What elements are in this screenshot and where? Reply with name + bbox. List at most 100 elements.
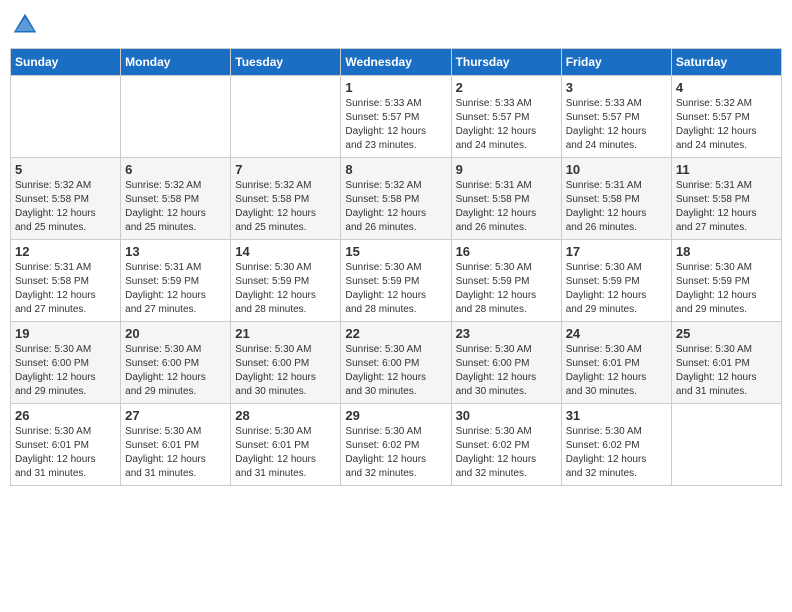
day-number: 20 bbox=[125, 326, 226, 341]
day-info: Sunrise: 5:33 AM Sunset: 5:57 PM Dayligh… bbox=[456, 97, 557, 153]
day-number: 18 bbox=[676, 244, 777, 259]
calendar-cell bbox=[671, 404, 781, 486]
calendar-cell: 24Sunrise: 5:30 AM Sunset: 6:01 PM Dayli… bbox=[561, 322, 671, 404]
calendar-cell: 18 Sunrise: 5:30 AM Sunset: 5:59 PM Dayli… bbox=[671, 240, 781, 322]
day-info: Sunrise: 5:30 AM Sunset: 6:02 PM Dayligh… bbox=[345, 425, 446, 481]
day-info: Sunrise: 5:32 AM Sunset: 5:58 PM Dayligh… bbox=[125, 179, 226, 235]
day-number: 8 bbox=[345, 162, 446, 177]
calendar-cell: 28Sunrise: 5:30 AM Sunset: 6:01 PM Dayli… bbox=[231, 404, 341, 486]
day-number: 11 bbox=[676, 162, 777, 177]
day-number: 25 bbox=[676, 326, 777, 341]
calendar-day-header: Thursday bbox=[451, 49, 561, 76]
calendar-cell: 23Sunrise: 5:30 AM Sunset: 6:00 PM Dayli… bbox=[451, 322, 561, 404]
day-number: 7 bbox=[235, 162, 336, 177]
calendar-week-row: 1 Sunrise: 5:33 AM Sunset: 5:57 PM Daylig… bbox=[11, 76, 782, 158]
calendar-cell: 12 Sunrise: 5:31 AM Sunset: 5:58 PM Dayli… bbox=[11, 240, 121, 322]
day-number: 14 bbox=[235, 244, 336, 259]
day-info: Sunrise: 5:30 AM Sunset: 6:02 PM Dayligh… bbox=[456, 425, 557, 481]
calendar-cell bbox=[11, 76, 121, 158]
calendar-cell: 3Sunrise: 5:33 AM Sunset: 5:57 PM Daylig… bbox=[561, 76, 671, 158]
day-info: Sunrise: 5:31 AM Sunset: 5:59 PM Dayligh… bbox=[125, 261, 226, 317]
calendar-day-header: Tuesday bbox=[231, 49, 341, 76]
day-info: Sunrise: 5:30 AM Sunset: 5:59 PM Dayligh… bbox=[566, 261, 667, 317]
day-info: Sunrise: 5:32 AM Sunset: 5:58 PM Dayligh… bbox=[345, 179, 446, 235]
calendar-cell: 29 Sunrise: 5:30 AM Sunset: 6:02 PM Dayli… bbox=[341, 404, 451, 486]
day-number: 22 bbox=[345, 326, 446, 341]
calendar-cell: 2Sunrise: 5:33 AM Sunset: 5:57 PM Daylig… bbox=[451, 76, 561, 158]
day-info: Sunrise: 5:30 AM Sunset: 6:02 PM Dayligh… bbox=[566, 425, 667, 481]
day-info: Sunrise: 5:30 AM Sunset: 6:01 PM Dayligh… bbox=[566, 343, 667, 399]
calendar-cell: 16 Sunrise: 5:30 AM Sunset: 5:59 PM Dayli… bbox=[451, 240, 561, 322]
day-number: 1 bbox=[345, 80, 446, 95]
day-number: 5 bbox=[15, 162, 116, 177]
day-number: 13 bbox=[125, 244, 226, 259]
day-number: 3 bbox=[566, 80, 667, 95]
day-info: Sunrise: 5:33 AM Sunset: 5:57 PM Dayligh… bbox=[345, 97, 446, 153]
calendar-header-row: SundayMondayTuesdayWednesdayThursdayFrid… bbox=[11, 49, 782, 76]
day-info: Sunrise: 5:31 AM Sunset: 5:58 PM Dayligh… bbox=[566, 179, 667, 235]
day-number: 31 bbox=[566, 408, 667, 423]
day-number: 29 bbox=[345, 408, 446, 423]
calendar-cell: 10 Sunrise: 5:31 AM Sunset: 5:58 PM Dayli… bbox=[561, 158, 671, 240]
day-info: Sunrise: 5:30 AM Sunset: 5:59 PM Dayligh… bbox=[676, 261, 777, 317]
calendar-cell: 19Sunrise: 5:30 AM Sunset: 6:00 PM Dayli… bbox=[11, 322, 121, 404]
day-number: 9 bbox=[456, 162, 557, 177]
day-number: 16 bbox=[456, 244, 557, 259]
calendar-day-header: Friday bbox=[561, 49, 671, 76]
calendar-cell: 22 Sunrise: 5:30 AM Sunset: 6:00 PM Dayli… bbox=[341, 322, 451, 404]
calendar-cell: 7 Sunrise: 5:32 AM Sunset: 5:58 PM Daylig… bbox=[231, 158, 341, 240]
day-number: 10 bbox=[566, 162, 667, 177]
calendar-cell: 15 Sunrise: 5:30 AM Sunset: 5:59 PM Dayli… bbox=[341, 240, 451, 322]
calendar-week-row: 12 Sunrise: 5:31 AM Sunset: 5:58 PM Dayli… bbox=[11, 240, 782, 322]
day-number: 27 bbox=[125, 408, 226, 423]
day-info: Sunrise: 5:30 AM Sunset: 6:00 PM Dayligh… bbox=[235, 343, 336, 399]
day-number: 17 bbox=[566, 244, 667, 259]
calendar-cell: 25 Sunrise: 5:30 AM Sunset: 6:01 PM Dayli… bbox=[671, 322, 781, 404]
calendar-cell: 14 Sunrise: 5:30 AM Sunset: 5:59 PM Dayli… bbox=[231, 240, 341, 322]
calendar-cell: 11 Sunrise: 5:31 AM Sunset: 5:58 PM Dayli… bbox=[671, 158, 781, 240]
day-info: Sunrise: 5:31 AM Sunset: 5:58 PM Dayligh… bbox=[456, 179, 557, 235]
page-header bbox=[10, 10, 782, 40]
day-number: 19 bbox=[15, 326, 116, 341]
day-info: Sunrise: 5:30 AM Sunset: 6:01 PM Dayligh… bbox=[235, 425, 336, 481]
day-info: Sunrise: 5:32 AM Sunset: 5:58 PM Dayligh… bbox=[15, 179, 116, 235]
day-info: Sunrise: 5:30 AM Sunset: 6:00 PM Dayligh… bbox=[345, 343, 446, 399]
calendar-day-header: Saturday bbox=[671, 49, 781, 76]
day-info: Sunrise: 5:30 AM Sunset: 5:59 PM Dayligh… bbox=[235, 261, 336, 317]
calendar-cell: 21 Sunrise: 5:30 AM Sunset: 6:00 PM Dayli… bbox=[231, 322, 341, 404]
day-info: Sunrise: 5:31 AM Sunset: 5:58 PM Dayligh… bbox=[15, 261, 116, 317]
day-info: Sunrise: 5:31 AM Sunset: 5:58 PM Dayligh… bbox=[676, 179, 777, 235]
logo[interactable] bbox=[10, 10, 44, 40]
calendar-table: SundayMondayTuesdayWednesdayThursdayFrid… bbox=[10, 48, 782, 486]
day-number: 12 bbox=[15, 244, 116, 259]
day-info: Sunrise: 5:30 AM Sunset: 5:59 PM Dayligh… bbox=[456, 261, 557, 317]
calendar-cell bbox=[231, 76, 341, 158]
day-info: Sunrise: 5:30 AM Sunset: 6:01 PM Dayligh… bbox=[676, 343, 777, 399]
day-number: 4 bbox=[676, 80, 777, 95]
calendar-week-row: 26 Sunrise: 5:30 AM Sunset: 6:01 PM Dayli… bbox=[11, 404, 782, 486]
calendar-cell: 1 Sunrise: 5:33 AM Sunset: 5:57 PM Daylig… bbox=[341, 76, 451, 158]
calendar-cell: 13 Sunrise: 5:31 AM Sunset: 5:59 PM Dayli… bbox=[121, 240, 231, 322]
calendar-cell bbox=[121, 76, 231, 158]
calendar-cell: 5 Sunrise: 5:32 AM Sunset: 5:58 PM Daylig… bbox=[11, 158, 121, 240]
calendar-day-header: Monday bbox=[121, 49, 231, 76]
calendar-day-header: Sunday bbox=[11, 49, 121, 76]
day-number: 6 bbox=[125, 162, 226, 177]
day-info: Sunrise: 5:30 AM Sunset: 5:59 PM Dayligh… bbox=[345, 261, 446, 317]
calendar-cell: 9 Sunrise: 5:31 AM Sunset: 5:58 PM Daylig… bbox=[451, 158, 561, 240]
day-number: 21 bbox=[235, 326, 336, 341]
logo-icon bbox=[10, 10, 40, 40]
day-info: Sunrise: 5:30 AM Sunset: 6:00 PM Dayligh… bbox=[125, 343, 226, 399]
calendar-cell: 31 Sunrise: 5:30 AM Sunset: 6:02 PM Dayli… bbox=[561, 404, 671, 486]
calendar-cell: 17 Sunrise: 5:30 AM Sunset: 5:59 PM Dayli… bbox=[561, 240, 671, 322]
day-number: 26 bbox=[15, 408, 116, 423]
calendar-cell: 30Sunrise: 5:30 AM Sunset: 6:02 PM Dayli… bbox=[451, 404, 561, 486]
day-info: Sunrise: 5:30 AM Sunset: 6:01 PM Dayligh… bbox=[125, 425, 226, 481]
calendar-cell: 6 Sunrise: 5:32 AM Sunset: 5:58 PM Daylig… bbox=[121, 158, 231, 240]
calendar-cell: 26Sunrise: 5:30 AM Sunset: 6:01 PM Dayli… bbox=[11, 404, 121, 486]
day-number: 15 bbox=[345, 244, 446, 259]
day-info: Sunrise: 5:32 AM Sunset: 5:58 PM Dayligh… bbox=[235, 179, 336, 235]
calendar-cell: 20 Sunrise: 5:30 AM Sunset: 6:00 PM Dayli… bbox=[121, 322, 231, 404]
calendar-day-header: Wednesday bbox=[341, 49, 451, 76]
calendar-cell: 4Sunrise: 5:32 AM Sunset: 5:57 PM Daylig… bbox=[671, 76, 781, 158]
